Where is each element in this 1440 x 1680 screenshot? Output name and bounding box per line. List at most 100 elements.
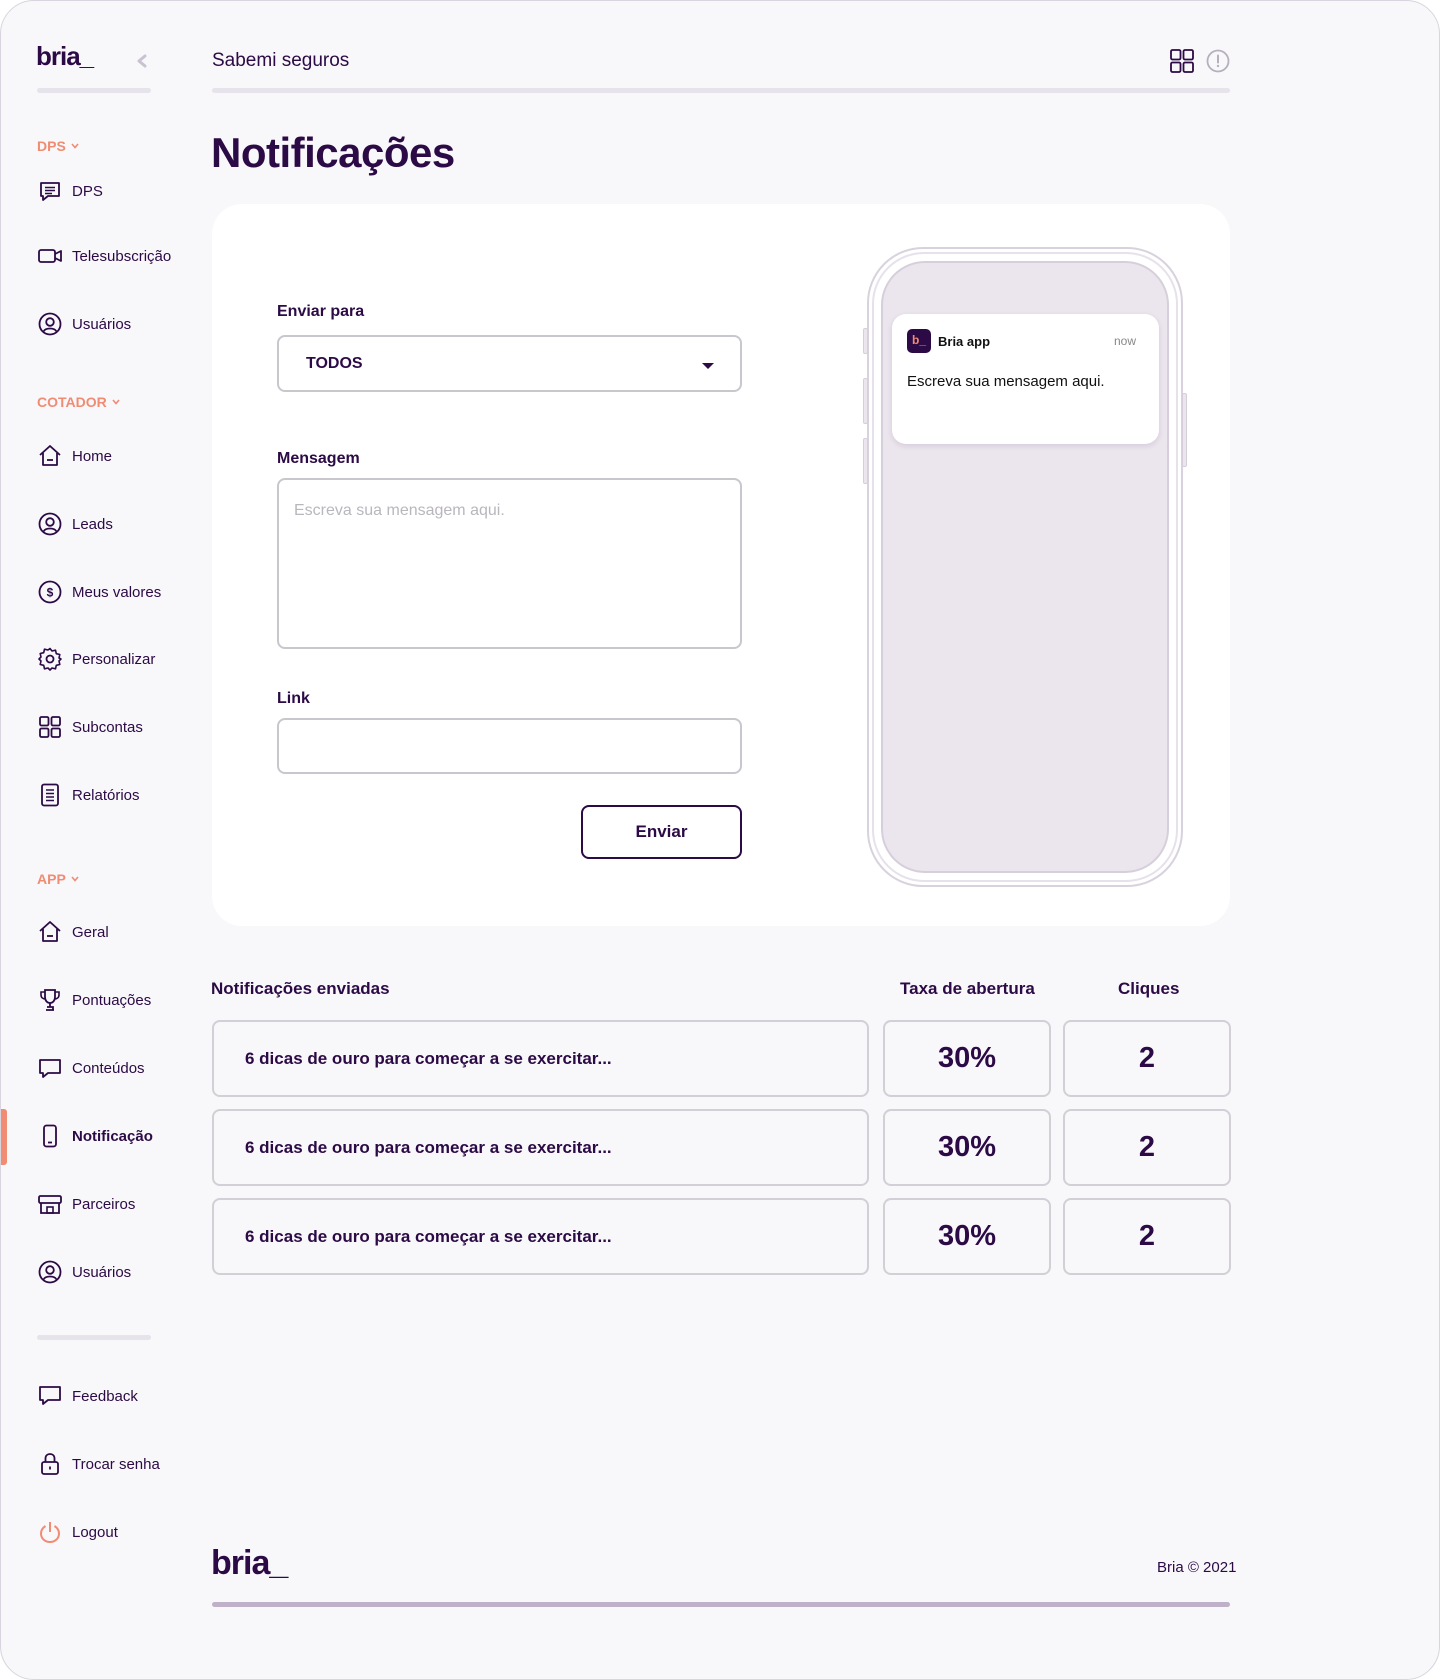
brand-logo[interactable]: bria_ [36,41,94,72]
app-frame: bria_ DPS DPS Telesubscrição Usuários CO… [0,0,1440,1680]
sidebar-item-usuarios-app[interactable]: Usuários [37,1257,131,1287]
home-icon [37,919,63,945]
sidebar-item-logout[interactable]: Logout [37,1517,118,1547]
sidebar-item-leads[interactable]: Leads [37,509,113,539]
sidebar-item-label: Telesubscrição [72,247,172,265]
phone-side-button [863,378,868,424]
phone-icon [37,1123,63,1149]
send-button[interactable]: Enviar [581,805,742,859]
user-circle-icon [37,311,63,337]
notification-app-name: Bria app [938,334,991,349]
sent-notification-row[interactable]: 6 dicas de ouro para começar a se exerci… [212,1109,869,1186]
clicks-cell: 2 [1063,1109,1231,1186]
column-header-open-rate: Taxa de abertura [900,979,1035,998]
section-dps[interactable]: DPS [37,138,79,154]
chat-bubble-icon [37,1055,63,1081]
video-camera-icon [37,243,63,269]
open-rate-cell: 30% [883,1020,1051,1097]
sidebar-item-usuarios-dps[interactable]: Usuários [37,309,131,339]
message-textarea[interactable] [277,478,742,649]
sidebar-item-label: Conteúdos [72,1059,145,1077]
link-label: Link [277,690,310,707]
svg-text:$: $ [47,586,54,600]
sidebar-item-label: Home [72,447,113,465]
sidebar-item-label: Pontuações [72,991,152,1009]
sidebar-item-conteudos[interactable]: Conteúdos [37,1053,145,1083]
sidebar-item-label: Usuários [72,1263,132,1281]
section-app[interactable]: APP [37,871,79,887]
chevron-down-icon [71,876,79,882]
sidebar-item-label: Logout [72,1523,118,1541]
open-rate-cell: 30% [883,1109,1051,1186]
apps-grid-icon[interactable] [1170,49,1194,73]
lock-icon [37,1451,63,1477]
section-cotador[interactable]: COTADOR [37,394,120,410]
collapse-sidebar-icon[interactable] [135,53,149,69]
user-circle-icon [37,511,63,537]
notification-time: now [1114,334,1137,348]
sent-notification-row[interactable]: 6 dicas de ouro para começar a se exerci… [212,1020,869,1097]
sidebar-item-feedback[interactable]: Feedback [37,1381,138,1411]
sidebar-item-label: Leads [72,515,113,533]
sidebar-item-subcontas[interactable]: Subcontas [37,712,143,742]
sidebar-item-parceiros[interactable]: Parceiros [37,1189,135,1219]
open-rate-cell: 30% [883,1198,1051,1275]
power-icon [37,1519,63,1545]
app-logo-icon: b_ [907,329,931,353]
link-input[interactable] [277,718,742,774]
section-cotador-label: COTADOR [37,394,107,410]
sidebar-item-home[interactable]: Home [37,441,112,471]
sidebar-item-telesubscricao[interactable]: Telesubscrição [37,241,171,271]
clicks-cell: 2 [1063,1020,1231,1097]
user-circle-icon [37,1259,63,1285]
caret-down-icon [702,363,714,369]
section-dps-label: DPS [37,138,66,154]
sidebar-item-notificacao[interactable]: Notificação [37,1121,153,1151]
feedback-icon [37,1383,63,1409]
sidebar-item-personalizar[interactable]: Personalizar [37,644,155,674]
dollar-circle-icon: $ [37,579,63,605]
sidebar-divider [37,1335,151,1340]
grid-icon [37,714,63,740]
gear-icon [37,646,63,672]
sent-notification-row[interactable]: 6 dicas de ouro para começar a se exerci… [212,1198,869,1275]
sidebar-item-meus-valores[interactable]: $ Meus valores [37,577,161,607]
phone-side-button [863,438,868,484]
sidebar-item-label: Subcontas [72,718,143,736]
active-indicator [1,1109,7,1165]
sidebar-item-geral[interactable]: Geral [37,917,109,947]
section-app-label: APP [37,871,66,887]
alert-info-icon[interactable] [1206,49,1230,73]
sidebar-item-label: Feedback [72,1387,138,1405]
send-to-select[interactable]: TODOS [277,335,742,392]
sidebar-item-label: DPS [72,182,103,200]
sidebar-item-pontuacoes[interactable]: Pontuações [37,985,151,1015]
trophy-icon [37,987,63,1013]
sidebar-item-label: Personalizar [72,650,156,668]
sidebar-item-relatorios[interactable]: Relatórios [37,780,140,810]
sidebar-item-label: Notificação [72,1127,153,1145]
sidebar-item-label: Meus valores [72,583,162,601]
sidebar-item-label: Trocar senha [72,1455,160,1473]
chevron-down-icon [112,399,120,405]
breadcrumb: Sabemi seguros [212,50,350,71]
copyright: Bria © 2021 [1157,1559,1237,1576]
home-icon [37,443,63,469]
phone-side-button [863,328,868,354]
store-icon [37,1191,63,1217]
column-header-clicks: Cliques [1118,979,1180,998]
sidebar-item-label: Parceiros [72,1195,136,1213]
header-divider [212,88,1230,93]
sidebar-item-label: Relatórios [72,786,140,804]
chat-lines-icon [37,178,63,204]
footer-divider [212,1602,1230,1607]
send-to-value: TODOS [306,354,363,372]
sidebar-item-dps[interactable]: DPS [37,176,103,206]
phone-side-button [1182,393,1187,467]
sidebar-item-label: Geral [72,923,109,941]
footer-logo: bria_ [211,1544,288,1582]
sidebar-item-trocar-senha[interactable]: Trocar senha [37,1449,160,1479]
notification-message: Escreva sua mensagem aqui. [907,373,1105,390]
column-header-message: Notificações enviadas [211,979,390,998]
sidebar-divider [37,88,151,93]
